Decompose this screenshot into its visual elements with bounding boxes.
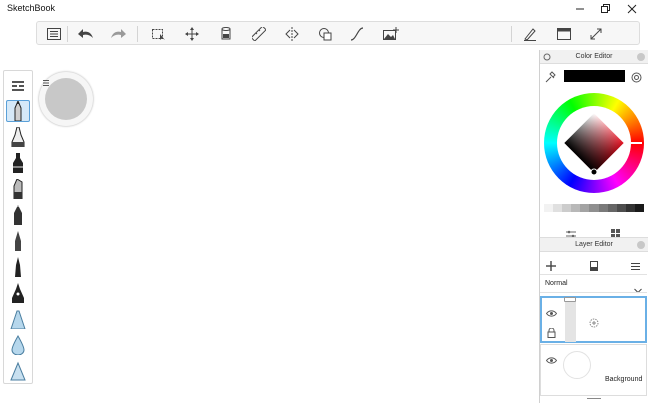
separator: [137, 26, 138, 42]
marker-brush[interactable]: [6, 152, 30, 174]
move-icon[interactable]: [183, 25, 201, 43]
layer-name: Background: [605, 376, 643, 383]
background-color-swatch[interactable]: [563, 351, 591, 379]
symmetry-icon[interactable]: [283, 25, 301, 43]
curve-icon[interactable]: [348, 25, 366, 43]
chisel-marker-brush[interactable]: [6, 178, 30, 200]
opacity-handle[interactable]: [564, 297, 576, 302]
grey-swatch[interactable]: [553, 204, 563, 212]
layer-editor-title: Layer Editor: [575, 241, 613, 248]
grey-swatch[interactable]: [607, 204, 617, 212]
ruler-icon[interactable]: [250, 25, 268, 43]
thin-brush[interactable]: [6, 256, 30, 278]
layer-editor-header: Layer Editor: [540, 238, 648, 252]
window-icon[interactable]: [555, 25, 573, 43]
grey-swatch[interactable]: [589, 204, 599, 212]
layer-editor-close-icon[interactable]: [637, 241, 645, 249]
color-editor-close-icon[interactable]: [637, 53, 645, 61]
grey-swatch[interactable]: [625, 204, 635, 212]
panel-resize-handle[interactable]: [587, 398, 601, 399]
undo-icon[interactable]: [77, 25, 95, 43]
main-toolbar: [36, 21, 640, 45]
layer-add-content-icon[interactable]: [589, 315, 599, 333]
color-palette-icon[interactable]: [631, 70, 642, 88]
add-image-icon[interactable]: [382, 25, 400, 43]
grey-swatch-row: [544, 204, 645, 212]
fine-ink-brush[interactable]: [6, 230, 30, 252]
grey-swatch[interactable]: [571, 204, 581, 212]
ballpoint-brush[interactable]: [6, 204, 30, 226]
close-icon[interactable]: [622, 2, 642, 16]
brush-palette: [3, 70, 33, 384]
pen-settings-icon[interactable]: [521, 25, 539, 43]
separator: [67, 26, 68, 42]
visibility-eye-icon[interactable]: [545, 304, 558, 322]
puck-menu-icon[interactable]: [42, 74, 50, 86]
separator: [511, 26, 512, 42]
grey-swatch[interactable]: [580, 204, 590, 212]
minimize-icon[interactable]: [570, 2, 590, 16]
fountain-pen-brush[interactable]: [6, 282, 30, 304]
layer-lock-icon[interactable]: [547, 325, 556, 343]
separator: [540, 292, 647, 293]
triangle-brush[interactable]: [6, 360, 30, 382]
airbrush-brush[interactable]: [6, 308, 30, 330]
shape-icon[interactable]: [316, 25, 334, 43]
grey-swatch[interactable]: [544, 204, 554, 212]
layer-thumbnail[interactable]: [565, 298, 576, 342]
redo-icon[interactable]: [109, 25, 127, 43]
sketchbook-window: SketchBook Color Editor Layer Editor Nor…: [0, 0, 648, 408]
separator: [540, 274, 647, 275]
visibility-eye-icon[interactable]: [545, 351, 558, 369]
grey-swatch[interactable]: [562, 204, 572, 212]
app-title: SketchBook: [7, 3, 56, 13]
brush-puck-center[interactable]: [45, 78, 87, 120]
brush-library-icon[interactable]: [6, 75, 30, 97]
color-wheel[interactable]: [544, 93, 644, 193]
grey-swatch[interactable]: [634, 204, 645, 212]
select-icon[interactable]: [150, 25, 168, 43]
color-editor-header: Color Editor: [540, 50, 648, 64]
fill-icon[interactable]: [217, 25, 235, 43]
eyedropper-icon[interactable]: [544, 70, 556, 88]
pencil-brush[interactable]: [6, 100, 30, 122]
title-bar: SketchBook: [0, 0, 648, 18]
grey-swatch[interactable]: [616, 204, 626, 212]
current-color-swatch[interactable]: [564, 70, 625, 82]
color-editor-title: Color Editor: [575, 53, 613, 60]
restore-icon[interactable]: [596, 2, 616, 16]
grey-swatch[interactable]: [598, 204, 608, 212]
fullscreen-icon[interactable]: [587, 25, 605, 43]
color-editor-reset-icon[interactable]: [543, 53, 551, 61]
blend-mode-select[interactable]: Normal: [545, 280, 568, 287]
menu-icon[interactable]: [45, 25, 63, 43]
drop-brush[interactable]: [6, 334, 30, 356]
inking-pen-brush[interactable]: [6, 126, 30, 148]
